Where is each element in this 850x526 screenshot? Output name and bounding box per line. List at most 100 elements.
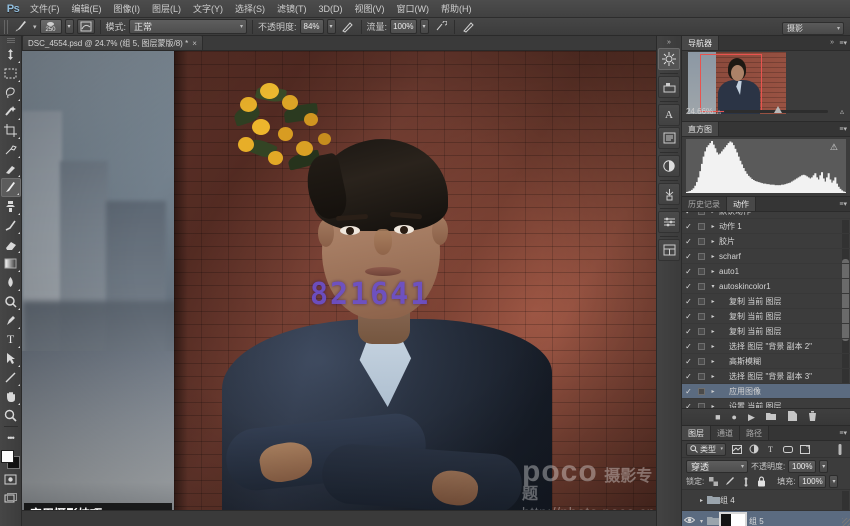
paragraph-panel-icon[interactable]	[658, 127, 680, 149]
action-enabled-checkbox[interactable]: ✓	[682, 252, 695, 261]
toggle-brush-panel-button[interactable]	[77, 19, 95, 34]
action-expand-icon[interactable]: ▸	[707, 253, 719, 260]
lock-transparency-icon[interactable]	[707, 475, 720, 488]
eyedropper-tool[interactable]	[1, 140, 21, 159]
clone-stamp-tool[interactable]	[1, 197, 21, 216]
adjustments-panel-icon[interactable]	[658, 48, 680, 70]
action-expand-icon[interactable]: ▸	[707, 223, 719, 230]
navigator-zoom-slider[interactable]	[724, 110, 828, 113]
color-panel-icon[interactable]	[658, 155, 680, 177]
brush-size-preview[interactable]: 250	[40, 19, 62, 34]
flow-input[interactable]: 100%	[390, 19, 416, 34]
panel-menu-icon[interactable]: ≡▾	[839, 125, 847, 133]
action-expand-icon[interactable]: ▸	[707, 212, 719, 215]
action-dialog-toggle[interactable]	[695, 268, 707, 275]
action-row[interactable]: ✓▸scharf	[682, 249, 850, 264]
begin-recording-icon[interactable]: ●	[732, 412, 737, 422]
lock-all-icon[interactable]	[755, 475, 768, 488]
brush-preset-picker-button[interactable]: ▾	[65, 19, 74, 34]
menu-type[interactable]: 文字(Y)	[187, 0, 229, 18]
lasso-tool[interactable]	[1, 83, 21, 102]
collapse-panel-icon[interactable]: »	[830, 39, 834, 46]
action-enabled-checkbox[interactable]: ✓	[682, 222, 695, 231]
tablet-pressure-icon[interactable]	[460, 19, 477, 34]
action-dialog-toggle[interactable]	[695, 212, 707, 215]
panel-menu-icon[interactable]: ≡▾	[839, 200, 847, 208]
screen-mode-icon[interactable]	[1, 489, 21, 508]
action-enabled-checkbox[interactable]: ✓	[682, 212, 695, 216]
menu-window[interactable]: 窗口(W)	[391, 0, 436, 18]
character-panel-icon[interactable]: A	[658, 104, 680, 126]
action-dialog-toggle[interactable]	[695, 253, 707, 260]
filter-type-icon[interactable]: T	[764, 443, 777, 456]
tab-actions[interactable]: 动作	[727, 197, 756, 211]
stop-playing-icon[interactable]: ■	[715, 412, 720, 422]
filter-shape-icon[interactable]	[781, 443, 794, 456]
history-brush-tool[interactable]	[1, 216, 21, 235]
navigator-zoom-slider-handle[interactable]	[774, 106, 782, 113]
layer-opacity-slider-button[interactable]: ▾	[819, 460, 828, 473]
foreground-color-swatch[interactable]	[1, 450, 14, 463]
action-expand-icon[interactable]: ▸	[707, 343, 719, 350]
action-dialog-toggle[interactable]	[695, 388, 707, 395]
action-enabled-checkbox[interactable]: ✓	[682, 297, 695, 306]
opacity-input[interactable]: 84%	[300, 19, 324, 34]
action-expand-icon[interactable]: ▸	[707, 313, 719, 320]
flow-slider-button[interactable]: ▾	[420, 19, 429, 34]
pen-tool[interactable]	[1, 311, 21, 330]
layer-opacity-input[interactable]: 100%	[788, 460, 816, 473]
action-expand-icon[interactable]: ▾	[707, 283, 719, 290]
action-row[interactable]: ✓▸选择 图层 "背景 副本 2"	[682, 339, 850, 354]
spot-healing-brush-tool[interactable]	[1, 159, 21, 178]
layer-filter-type-select[interactable]: 类型 ▾	[686, 443, 726, 456]
filter-power-toggle-icon[interactable]	[833, 443, 846, 456]
action-dialog-toggle[interactable]	[695, 223, 707, 230]
canvas-area[interactable]: 821641 poco 摄影专题 http://photo.poco.cn 实用…	[22, 51, 656, 526]
styles-panel-icon[interactable]	[658, 76, 680, 98]
tab-paths[interactable]: 路径	[740, 426, 769, 440]
zoom-tool[interactable]	[1, 406, 21, 425]
action-dialog-toggle[interactable]	[695, 238, 707, 245]
opacity-pressure-icon[interactable]	[339, 19, 356, 34]
action-row[interactable]: ✓▸动作 1	[682, 219, 850, 234]
menu-view[interactable]: 视图(V)	[349, 0, 391, 18]
layer-name[interactable]: 组 5	[749, 516, 764, 526]
dodge-tool[interactable]	[1, 292, 21, 311]
airbrush-icon[interactable]	[432, 19, 449, 34]
blend-mode-select[interactable]: 正常 ▾	[129, 19, 247, 34]
rectangular-marquee-tool[interactable]	[1, 64, 21, 83]
layers-list[interactable]: ▸组 4▾组 5§曲线 6§渐变映射 1§自然饱和度 2▾Dodge & Bur…	[682, 490, 850, 526]
action-row[interactable]: ✓▾autoskincolor1	[682, 279, 850, 294]
quick-mask-icon[interactable]	[1, 470, 21, 489]
path-selection-tool[interactable]	[1, 349, 21, 368]
layer-blend-mode-select[interactable]: 穿透 ▾	[686, 460, 748, 473]
panel-menu-icon[interactable]: ≡▾	[839, 39, 847, 47]
properties-panel-icon[interactable]	[658, 211, 680, 233]
tab-history[interactable]: 历史记录	[682, 197, 727, 211]
filter-smart-object-icon[interactable]	[798, 443, 811, 456]
brush-tool[interactable]	[1, 178, 21, 197]
layer-mask-thumbnail[interactable]	[720, 513, 746, 526]
action-expand-icon[interactable]: ▸	[707, 358, 719, 365]
action-row[interactable]: ✓▸默认动作	[682, 212, 850, 219]
workspace-switcher[interactable]: 摄影 ▾	[782, 22, 844, 35]
action-expand-icon[interactable]: ▸	[707, 403, 719, 409]
action-enabled-checkbox[interactable]: ✓	[682, 282, 695, 291]
zoom-in-icon[interactable]: ▵	[840, 107, 844, 116]
type-tool[interactable]: T	[1, 330, 21, 349]
options-bar-grip[interactable]	[4, 20, 10, 34]
actions-list[interactable]: ✓▸默认动作✓▸动作 1✓▸胶片✓▸scharf✓▸auto1✓▾autoski…	[682, 212, 850, 408]
layer-visibility-icon[interactable]	[682, 516, 697, 526]
gradient-tool[interactable]	[1, 254, 21, 273]
menu-help[interactable]: 帮助(H)	[435, 0, 478, 18]
info-panel-icon[interactable]	[658, 239, 680, 261]
panel-resize-handle[interactable]	[842, 518, 850, 526]
action-row[interactable]: ✓▸auto1	[682, 264, 850, 279]
action-row[interactable]: ✓▸复制 当前 图层	[682, 294, 850, 309]
tab-layers[interactable]: 图层	[682, 426, 711, 440]
new-set-icon[interactable]	[766, 412, 777, 423]
layer-group-expand-icon[interactable]: ▸	[697, 497, 706, 504]
hand-tool[interactable]	[1, 387, 21, 406]
zoom-out-icon[interactable]: ▵	[717, 107, 721, 116]
action-enabled-checkbox[interactable]: ✓	[682, 267, 695, 276]
